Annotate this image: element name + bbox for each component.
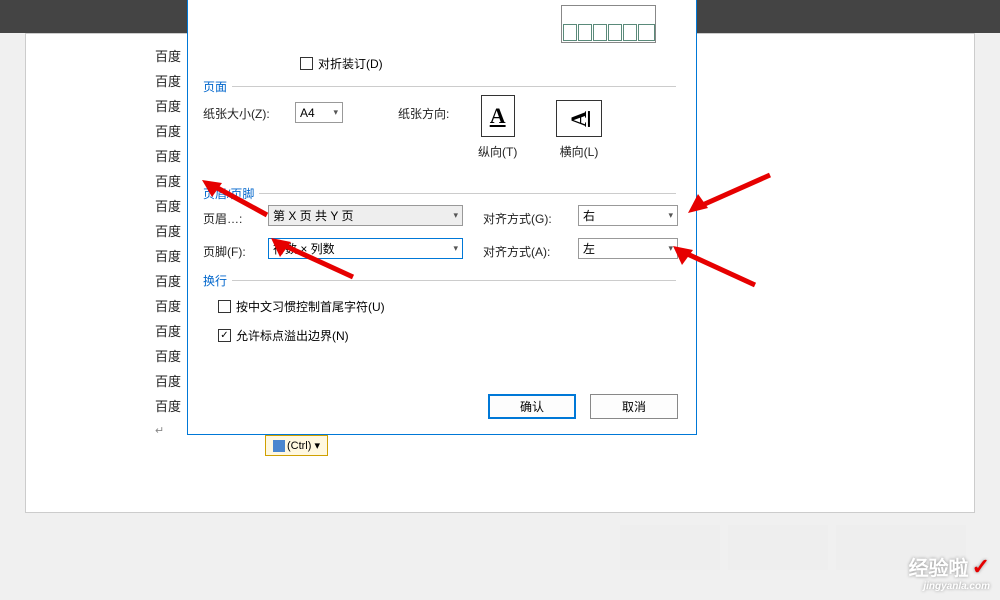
- section-page-label: 页面: [203, 78, 227, 95]
- header-align-value: 右: [583, 207, 595, 224]
- document-text-column: 百度百度百度百度百度百度百度百度百度百度百度百度百度百度百度: [155, 44, 181, 419]
- checkbox-icon: [300, 57, 313, 70]
- ok-button[interactable]: 确认: [488, 394, 576, 419]
- wrap-punct-checkbox[interactable]: ✓ 允许标点溢出边界(N): [218, 327, 349, 344]
- chevron-down-icon: ▾: [668, 210, 673, 221]
- header-align-label: 对齐方式(G):: [483, 210, 552, 227]
- end-symbol: ↵: [155, 424, 164, 437]
- fold-binding-checkbox[interactable]: 对折装订(D): [300, 55, 383, 72]
- page-setup-dialog: 对折装订(D) 页面 纸张大小(Z): A4 ▾ 纸张方向: A 纵向(T) A…: [187, 0, 697, 435]
- landscape-label: 横向(L): [556, 143, 602, 160]
- divider: [232, 86, 676, 87]
- watermark: 经验啦 ✓ jingyanla.com: [909, 552, 990, 592]
- wrap-punct-label: 允许标点溢出边界(N): [236, 327, 349, 344]
- section-header-footer-label: 页眉/页脚: [203, 185, 254, 202]
- paste-icon: [273, 440, 285, 452]
- fold-binding-label: 对折装订(D): [318, 55, 383, 72]
- chevron-down-icon: ▾: [453, 243, 458, 254]
- cancel-button[interactable]: 取消: [590, 394, 678, 419]
- header-label: 页眉…:: [203, 210, 242, 227]
- footer-label: 页脚(F):: [203, 243, 246, 260]
- footer-align-label: 对齐方式(A):: [483, 243, 550, 260]
- section-wrap-label: 换行: [203, 272, 227, 289]
- preview-icon: [561, 5, 656, 43]
- check-icon: ✓: [972, 554, 990, 580]
- header-value: 第 X 页 共 Y 页: [273, 207, 353, 224]
- checkbox-icon: [218, 300, 231, 313]
- header-align-select[interactable]: 右 ▾: [578, 205, 678, 226]
- ctrl-paste-button[interactable]: (Ctrl) ▾: [265, 435, 328, 456]
- portrait-label: 纵向(T): [478, 143, 517, 160]
- divider: [259, 193, 676, 194]
- header-select[interactable]: 第 X 页 共 Y 页 ▾: [268, 205, 463, 226]
- wrap-cjk-label: 按中文习惯控制首尾字符(U): [236, 298, 385, 315]
- checkbox-checked-icon: ✓: [218, 329, 231, 342]
- chevron-down-icon: ▾: [453, 210, 458, 221]
- orient-portrait[interactable]: A 纵向(T): [478, 95, 517, 160]
- chevron-down-icon: ▾: [668, 243, 673, 254]
- footer-align-select[interactable]: 左 ▾: [578, 238, 678, 259]
- wrap-cjk-checkbox[interactable]: 按中文习惯控制首尾字符(U): [218, 298, 385, 315]
- portrait-icon: A: [481, 95, 515, 137]
- paper-size-value: A4: [300, 106, 315, 120]
- paper-size-select[interactable]: A4 ▾: [295, 102, 343, 123]
- divider: [232, 280, 676, 281]
- footer-align-value: 左: [583, 240, 595, 257]
- paper-orient-label: 纸张方向:: [398, 105, 449, 122]
- landscape-icon: A: [556, 100, 602, 137]
- orient-landscape[interactable]: A 横向(L): [556, 100, 602, 160]
- chevron-down-icon: ▾: [333, 107, 338, 118]
- footer-select[interactable]: 行数 × 列数 ▾: [268, 238, 463, 259]
- paper-size-label: 纸张大小(Z):: [203, 105, 270, 122]
- footer-value: 行数 × 列数: [273, 240, 335, 257]
